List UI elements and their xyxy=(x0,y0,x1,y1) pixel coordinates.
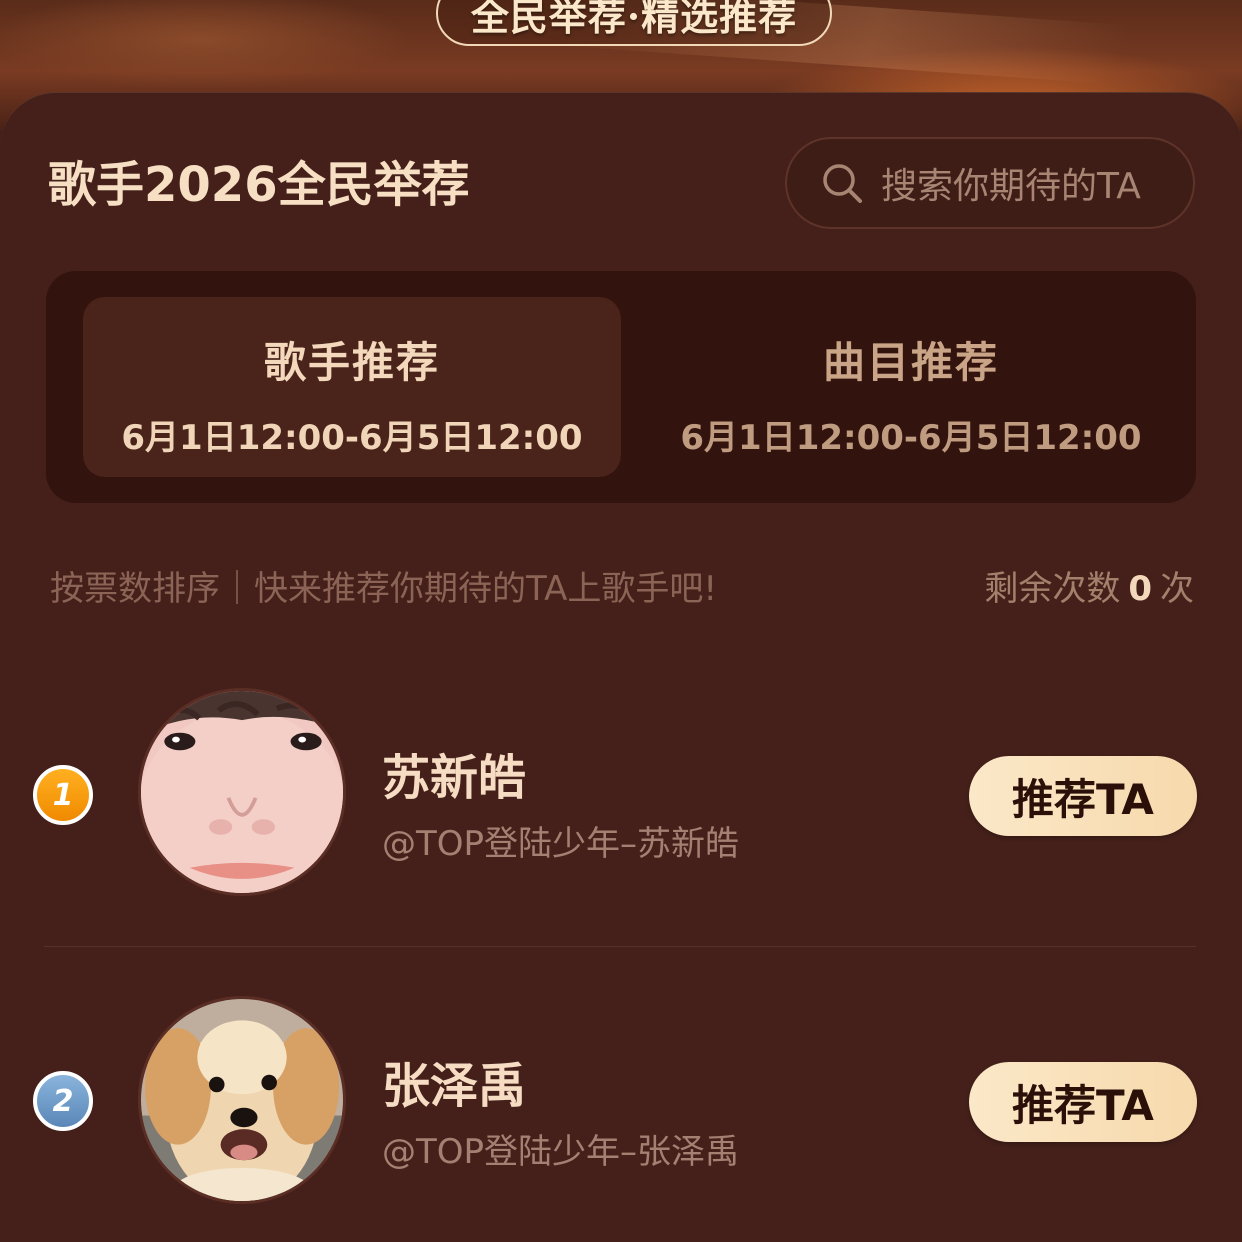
remaining-count: 0 xyxy=(1128,569,1152,609)
singer-name: 张泽禹 xyxy=(382,1058,527,1114)
recommend-button[interactable]: 推荐TA xyxy=(969,756,1197,836)
search-placeholder: 搜索你期待的TA xyxy=(881,166,1141,207)
rank-badge: 2 xyxy=(33,1071,93,1131)
divider xyxy=(44,946,1196,947)
remaining-prefix: 剩余次数 xyxy=(984,569,1121,609)
sort-note: 按票数排序｜快来推荐你期待的TA上歌手吧! xyxy=(50,569,718,609)
avatar-face-image xyxy=(141,691,343,893)
search-icon xyxy=(823,164,862,203)
rank-badge: 1 xyxy=(33,765,93,825)
avatar xyxy=(138,996,346,1204)
recommend-tabs: 歌手推荐 6月1日12:00-6月5日12:00 曲目推荐 6月1日12:00-… xyxy=(46,271,1196,503)
list-item: 2 张泽禹 @TOP登陆少年–张泽禹 推荐TA xyxy=(0,994,1242,1224)
singer-handle[interactable]: @TOP登陆少年–张泽禹 xyxy=(382,1124,739,1173)
tab-label: 歌手推荐 xyxy=(263,338,440,387)
singer-name: 苏新皓 xyxy=(382,750,527,806)
tab-singer-recommend[interactable]: 歌手推荐 6月1日12:00-6月5日12:00 xyxy=(83,297,621,477)
tab-label: 曲目推荐 xyxy=(822,338,999,387)
search-input[interactable]: 搜索你期待的TA xyxy=(785,137,1195,229)
recommend-button[interactable]: 推荐TA xyxy=(969,1062,1197,1142)
tab-period: 6月1日12:00-6月5日12:00 xyxy=(121,418,583,458)
tab-song-recommend[interactable]: 曲目推荐 6月1日12:00-6月5日12:00 xyxy=(642,297,1180,477)
list-item: 1 苏新皓 @TOP登陆少年–苏新皓 推荐TA xyxy=(0,686,1242,916)
tab-period: 6月1日12:00-6月5日12:00 xyxy=(680,418,1142,458)
page-title: 歌手2026全民举荐 xyxy=(48,157,470,213)
singer-handle[interactable]: @TOP登陆少年–苏新皓 xyxy=(382,816,739,865)
remaining-votes: 剩余次数 0 次 xyxy=(984,561,1194,610)
avatar xyxy=(138,688,346,896)
remaining-suffix: 次 xyxy=(1160,569,1194,609)
banner-title: 全民举荐·精选推荐 xyxy=(436,0,832,46)
avatar-dog-image xyxy=(141,999,343,1201)
